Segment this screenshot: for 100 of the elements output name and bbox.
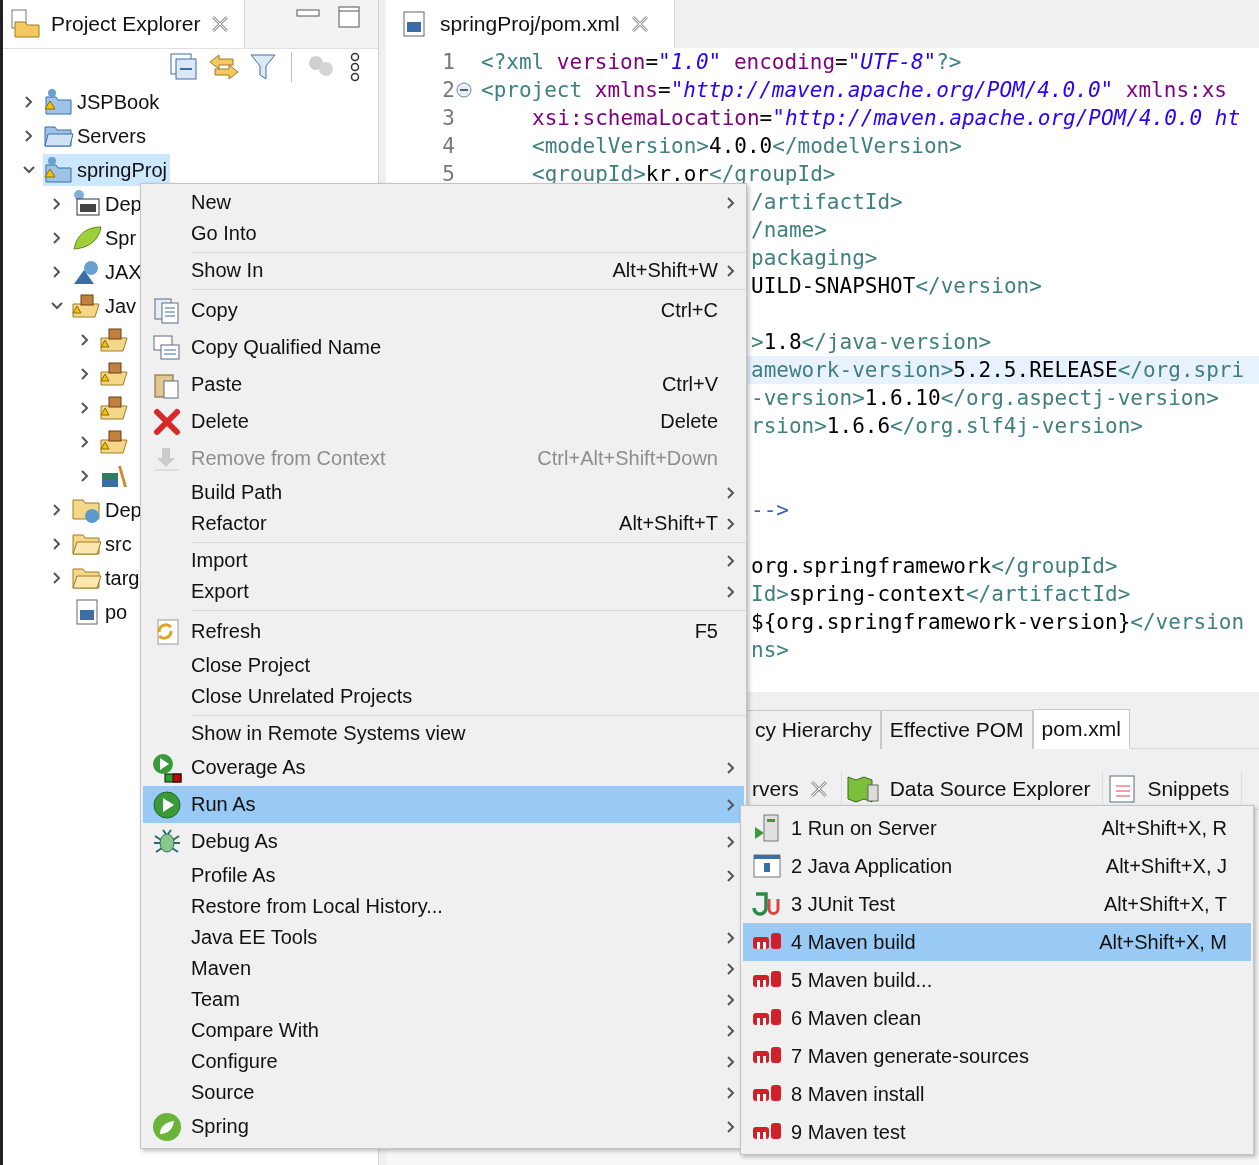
menu-item[interactable]: Debug As <box>143 823 744 860</box>
menu-item[interactable]: New <box>143 187 744 218</box>
tree-item[interactable]: springProj <box>43 154 171 186</box>
menu-item[interactable]: Copy Qualified Name <box>143 329 744 366</box>
menu-item[interactable]: Build Path <box>143 477 744 508</box>
menu-item[interactable]: Import <box>143 545 744 576</box>
view-title: Project Explorer <box>51 12 201 36</box>
project-folder-icon <box>43 155 75 185</box>
close-icon[interactable] <box>808 779 829 799</box>
menu-item[interactable]: Paste Ctrl+V <box>143 366 744 403</box>
menu-item[interactable]: Go Into <box>143 218 744 249</box>
menu-item[interactable]: Source <box>143 1077 744 1108</box>
menu-item[interactable]: 4 Maven build Alt+Shift+X, M <box>743 923 1251 961</box>
tree-item[interactable]: Spr <box>71 222 140 254</box>
package-folder-icon <box>71 292 103 320</box>
package-folder-icon <box>99 394 131 422</box>
folder-icon <box>9 8 41 40</box>
tree-item[interactable]: JSPBook <box>43 86 163 118</box>
line-number: 2 <box>442 78 455 102</box>
menu-item[interactable]: 1 Run on Server Alt+Shift+X, R <box>743 809 1251 847</box>
code-line: <?xml version="1.0" encoding="UTF-8"?> <box>481 50 962 74</box>
tree-item[interactable]: src <box>71 528 135 560</box>
view-title: Data Source Explorer <box>889 777 1091 801</box>
shortcut-label: Alt+Shift+X, T <box>1102 892 1227 916</box>
collapse-icon[interactable] <box>456 82 472 98</box>
menu-item[interactable]: 6 Maven clean <box>743 999 1251 1037</box>
shortcut-label: Alt+Shift+X, M <box>1098 930 1227 954</box>
page-tab[interactable]: cy Hierarchy <box>746 710 881 749</box>
junit-icon <box>752 889 782 919</box>
menu-item[interactable]: Show In Alt+Shift+W <box>143 255 744 286</box>
delete-icon <box>152 406 182 437</box>
package-folder-icon <box>99 360 131 388</box>
menu-item[interactable]: 2 Java Application Alt+Shift+X, J <box>743 847 1251 885</box>
page-tab[interactable]: Effective POM <box>880 710 1033 749</box>
line-number: 4 <box>442 134 455 158</box>
menu-item[interactable]: Export <box>143 576 744 607</box>
shortcut-label: F5 <box>693 620 718 643</box>
menu-item[interactable]: Restore from Local History... <box>143 891 744 922</box>
menu-item[interactable]: Spring <box>143 1108 744 1145</box>
menu-item[interactable]: Run As <box>143 786 744 823</box>
code-line: >1.8</java-version> <box>751 330 992 354</box>
filter-icon[interactable] <box>249 52 277 82</box>
shortcut-label: Ctrl+C <box>659 299 718 322</box>
document-icon <box>1107 774 1138 804</box>
code-line: <modelVersion>4.0.0</modelVersion> <box>532 134 962 158</box>
tree-item[interactable]: Dep <box>71 188 145 220</box>
menu-item[interactable]: Refactor Alt+Shift+T <box>143 508 744 539</box>
shortcut-label: Alt+Shift+T <box>618 512 718 535</box>
close-icon[interactable] <box>210 14 231 34</box>
package-folder-icon <box>99 326 131 354</box>
menu-item[interactable]: Profile As <box>143 860 744 891</box>
tree-item[interactable]: JAX <box>71 256 145 288</box>
document-icon <box>71 189 103 219</box>
menu-item[interactable]: Coverage As <box>143 749 744 786</box>
code-line: packaging> <box>751 246 878 270</box>
project-folder-icon <box>43 87 75 117</box>
play-icon <box>151 751 183 784</box>
tree-item[interactable]: Jav <box>71 290 140 322</box>
play-icon <box>152 789 182 820</box>
tree-item[interactable]: po <box>71 596 131 628</box>
menu-item[interactable]: Show in Remote Systems view <box>143 718 744 749</box>
code-line: /name> <box>751 218 827 242</box>
tree-item[interactable]: Dep <box>71 494 145 526</box>
menu-item[interactable]: 8 Maven install <box>743 1075 1251 1113</box>
view-title: rvers <box>752 777 799 801</box>
menu-item[interactable]: Configure <box>143 1046 744 1077</box>
leaf-icon <box>71 224 103 252</box>
menu-item[interactable]: Close Project <box>143 650 744 681</box>
view-title: Snippets <box>1147 777 1230 801</box>
code-line: ${org.springframework-version}</version <box>751 610 1245 634</box>
menu-item[interactable]: Delete Delete <box>143 403 744 440</box>
menu-item[interactable]: Compare With <box>143 1015 744 1046</box>
menu-item[interactable]: 5 Maven build... <box>743 961 1251 999</box>
line-number: 1 <box>442 50 455 74</box>
close-icon[interactable] <box>629 14 650 34</box>
pages-icon <box>152 332 182 363</box>
code-line: Id>spring-context</artifactId> <box>751 582 1131 606</box>
code-line: rsion>1.6.6</org.slf4j-version> <box>751 414 1143 438</box>
tree-item[interactable]: targ <box>71 562 143 594</box>
menu-item[interactable]: Close Unrelated Projects <box>143 681 744 712</box>
menu-item[interactable]: Refresh F5 <box>143 613 744 650</box>
view-tab[interactable]: Project Explorer <box>3 0 246 48</box>
code-line: UILD-SNAPSHOT</version> <box>751 274 1042 298</box>
double-arrow-icon[interactable] <box>207 52 241 82</box>
tree-item[interactable]: Servers <box>43 120 149 152</box>
menu-item[interactable]: Java EE Tools <box>143 922 744 953</box>
shortcut-label: Ctrl+Alt+Shift+Down <box>536 447 718 470</box>
menu-item[interactable]: Maven <box>143 953 744 984</box>
tab-title: springProj/pom.xml <box>440 12 620 36</box>
page-tab[interactable]: pom.xml <box>1032 709 1130 749</box>
menu-item[interactable]: 7 Maven generate-sources <box>743 1037 1251 1075</box>
shortcut-label: Delete <box>659 410 718 433</box>
menu-item[interactable]: 9 Maven test <box>743 1113 1251 1151</box>
shortcut-label: Ctrl+V <box>660 373 718 396</box>
collapse-all-icon[interactable] <box>169 52 199 82</box>
package-folder-icon <box>99 428 131 456</box>
editor-tab[interactable]: springProj/pom.xml <box>386 0 675 48</box>
menu-item[interactable]: Team <box>143 984 744 1015</box>
menu-item[interactable]: 3 JUnit Test Alt+Shift+X, T <box>743 885 1251 923</box>
menu-item[interactable]: Copy Ctrl+C <box>143 292 744 329</box>
